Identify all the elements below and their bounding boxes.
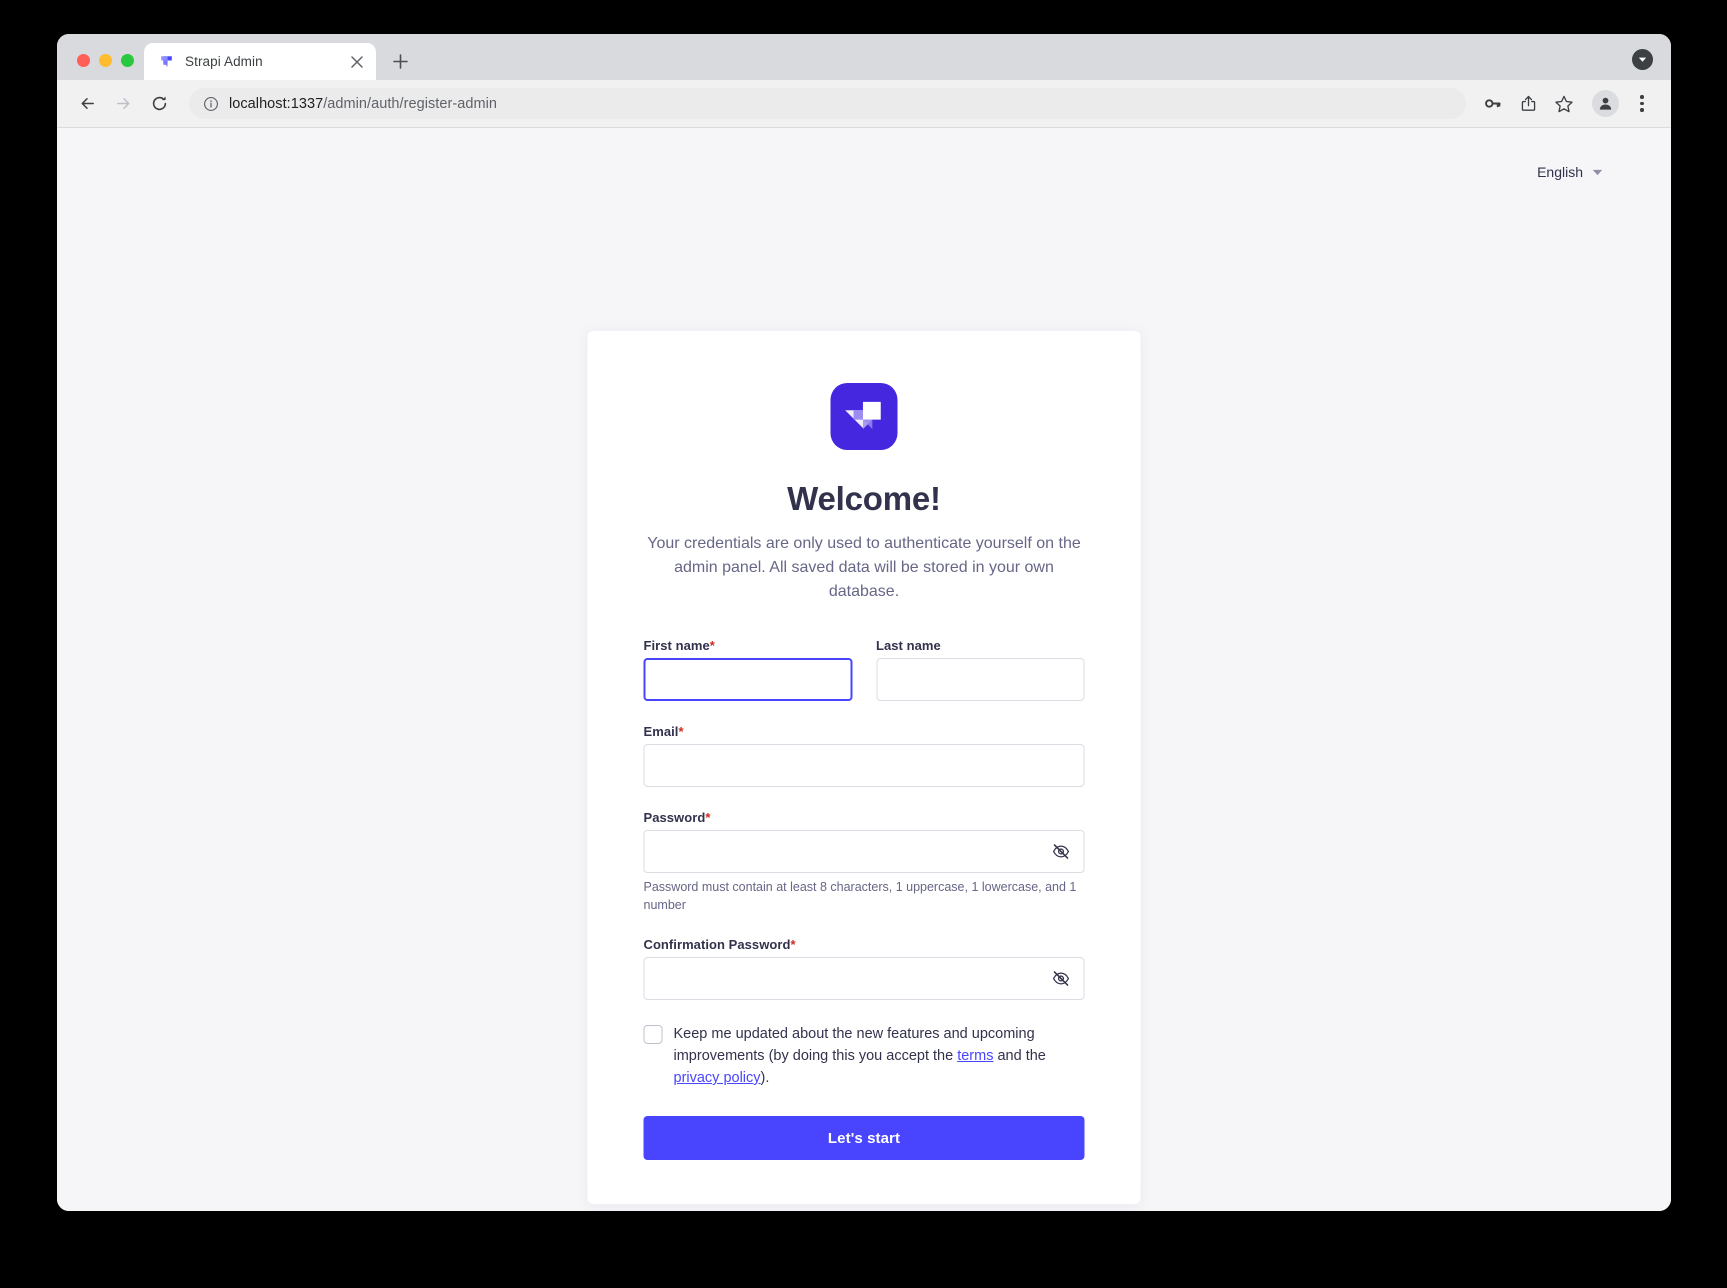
browser-window: Strapi Admin localhost:1337/admin/auth/r… (57, 34, 1671, 1211)
confirmation-password-label-text: Confirmation Password (643, 937, 791, 952)
close-icon[interactable] (348, 53, 366, 71)
language-switcher-label: English (1537, 164, 1583, 180)
chevron-down-icon (1638, 57, 1647, 62)
strapi-favicon (161, 56, 172, 67)
minimize-window-button[interactable] (99, 54, 112, 67)
address-bar-host: localhost:1337 (229, 95, 324, 112)
confirmation-password-label: Confirmation Password* (644, 937, 1085, 952)
password-label: Password* (644, 810, 1085, 825)
confirmation-password-input-wrap (643, 957, 1085, 1000)
eye-off-icon[interactable] (1049, 967, 1073, 991)
password-manager-button[interactable] (1476, 88, 1508, 120)
terms-link[interactable]: terms (957, 1048, 993, 1064)
email-input[interactable] (643, 744, 1085, 787)
page-title: Welcome! (787, 480, 941, 517)
email-field-group: Email* (643, 724, 1085, 787)
last-name-label: Last name (876, 638, 1085, 653)
last-name-input[interactable] (876, 658, 1085, 701)
last-name-input-wrap (876, 658, 1085, 701)
back-button[interactable] (71, 88, 103, 120)
privacy-policy-link[interactable]: privacy policy (674, 1070, 761, 1086)
three-dots-icon (1640, 95, 1644, 99)
password-field-group: Password* Password must contain at least… (643, 810, 1085, 914)
first-name-field-group: First name* (643, 638, 853, 701)
newsletter-consent-text: Keep me updated about the new features a… (674, 1023, 1085, 1089)
required-marker: * (709, 638, 715, 653)
star-icon (1555, 95, 1573, 112)
password-label-text: Password (643, 810, 706, 825)
confirmation-password-input[interactable] (643, 957, 1085, 1000)
address-bar[interactable]: localhost:1337/admin/auth/register-admin (189, 88, 1466, 119)
address-bar-url: localhost:1337/admin/auth/register-admin (229, 96, 497, 112)
required-marker: * (678, 724, 684, 739)
required-marker: * (790, 937, 796, 952)
share-button[interactable] (1512, 88, 1544, 120)
email-label: Email* (644, 724, 1085, 739)
confirmation-password-field-group: Confirmation Password* (643, 937, 1085, 1000)
strapi-logo (830, 383, 898, 450)
page-viewport: English Welcome! Your credentials are on… (57, 128, 1671, 1211)
first-name-label: First name* (644, 638, 853, 653)
person-icon (1599, 97, 1612, 110)
register-admin-form: First name* Last name Email* Password* P… (643, 638, 1085, 1160)
newsletter-text-part-2: and the (993, 1048, 1046, 1064)
key-icon (1484, 99, 1501, 108)
profile-avatar-button[interactable] (1592, 90, 1619, 117)
register-admin-card: Welcome! Your credentials are only used … (587, 331, 1141, 1204)
newsletter-consent-row: Keep me updated about the new features a… (643, 1023, 1085, 1089)
browser-menu-button[interactable] (1627, 89, 1657, 119)
arrow-left-icon (81, 97, 94, 110)
window-traffic-lights (71, 54, 144, 80)
reload-icon (152, 96, 166, 111)
toolbar-actions (1476, 88, 1657, 120)
eye-off-icon[interactable] (1049, 840, 1073, 864)
email-label-text: Email (643, 724, 679, 739)
share-icon (1521, 95, 1535, 111)
first-name-input[interactable] (643, 658, 852, 701)
maximize-window-button[interactable] (121, 54, 134, 67)
newsletter-text-part-3: ). (760, 1070, 770, 1086)
info-circle-icon[interactable] (203, 96, 219, 112)
first-name-label-text: First name (643, 638, 710, 653)
bookmark-button[interactable] (1548, 88, 1580, 120)
lets-start-button[interactable]: Let's start (643, 1116, 1085, 1160)
tab-search-button[interactable] (1632, 49, 1653, 70)
password-hint: Password must contain at least 8 charact… (643, 880, 1077, 912)
caret-down-icon (1592, 169, 1603, 175)
page-subtitle: Your credentials are only used to authen… (647, 535, 1081, 600)
reload-button[interactable] (143, 88, 175, 120)
browser-tab-strip: Strapi Admin (57, 34, 1671, 80)
address-bar-path: /admin/auth/register-admin (323, 95, 497, 112)
last-name-label-text: Last name (876, 638, 941, 653)
new-tab-button[interactable] (385, 46, 415, 76)
password-input-wrap (643, 830, 1085, 873)
first-name-input-wrap (643, 658, 852, 701)
browser-tab[interactable]: Strapi Admin (144, 43, 376, 80)
arrow-right-icon (116, 97, 129, 110)
forward-button[interactable] (107, 88, 139, 120)
newsletter-checkbox[interactable] (643, 1025, 663, 1044)
password-input[interactable] (643, 830, 1085, 873)
language-switcher[interactable]: English (1537, 164, 1603, 180)
last-name-field-group: Last name (876, 638, 1085, 701)
required-marker: * (705, 810, 711, 825)
name-field-row: First name* Last name (643, 638, 1085, 724)
close-window-button[interactable] (77, 54, 90, 67)
email-input-wrap (643, 744, 1085, 787)
browser-tab-title: Strapi Admin (185, 54, 263, 69)
browser-toolbar: localhost:1337/admin/auth/register-admin (57, 80, 1671, 128)
